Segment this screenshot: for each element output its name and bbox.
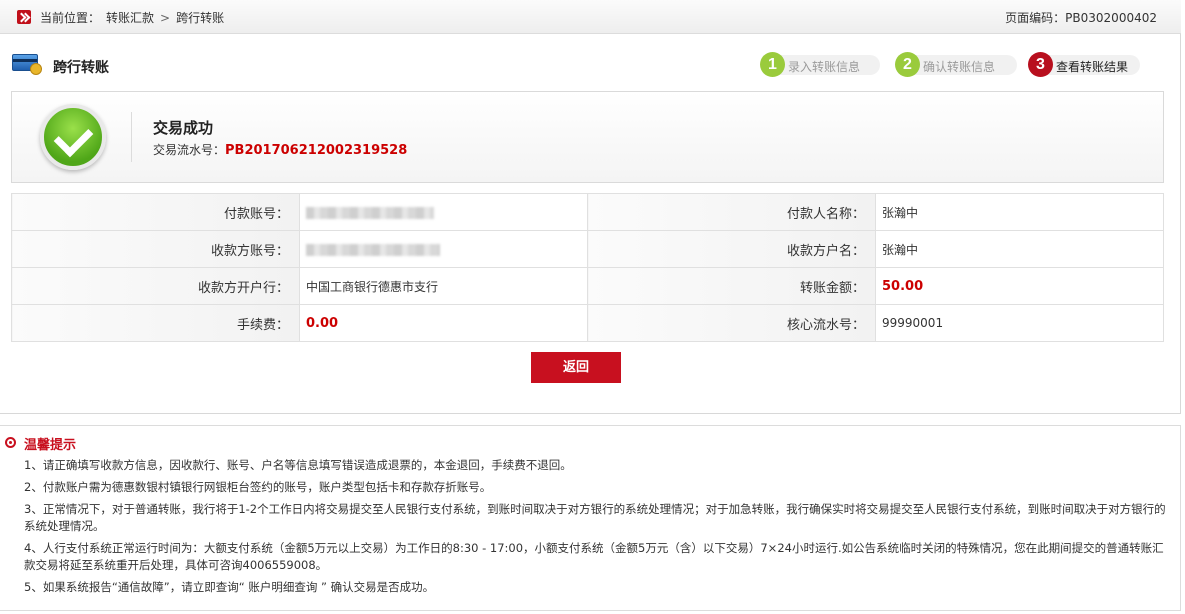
bank-card-icon [12, 54, 42, 76]
table-row: 收款方账号： 收款方户名： 张瀚中 [11, 230, 1164, 268]
back-button[interactable]: 返回 [531, 352, 621, 383]
amount-value: 50.00 [875, 267, 1164, 305]
payer-account-value [299, 193, 588, 231]
bank-logo-icon [17, 10, 31, 24]
step-3-label: 查看转账结果 [1056, 60, 1129, 74]
table-row: 收款方开户行： 中国工商银行德惠市支行 转账金额： 50.00 [11, 267, 1164, 305]
payee-account-value [299, 230, 588, 268]
amount-label: 转账金额： [587, 267, 876, 305]
page-title: 跨行转账 [53, 60, 109, 76]
fee-label: 手续费： [11, 304, 300, 342]
serial-value: PB201706212002319528 [225, 143, 408, 158]
payee-bank-value: 中国工商银行德惠市支行 [299, 267, 588, 305]
fee-value: 0.00 [299, 304, 588, 342]
tips-bullet-icon [5, 437, 16, 448]
masked-account [306, 206, 434, 219]
table-row: 付款账号： 付款人名称： 张瀚中 [11, 193, 1164, 231]
payee-bank-label: 收款方开户行： [11, 267, 300, 305]
tips-title: 温馨提示 [24, 438, 77, 453]
tip-item: 1、请正确填写收款方信息，因收款行、账号、户名等信息填写错误造成退票的，本金退回… [24, 458, 572, 472]
breadcrumb-prefix: 当前位置： [40, 11, 101, 25]
breadcrumb-transfer[interactable]: 转账汇款 [106, 11, 154, 25]
breadcrumb-separator: > [160, 11, 171, 25]
masked-account [306, 243, 440, 256]
core-serial-label: 核心流水号： [587, 304, 876, 342]
top-bar: 当前位置： 转账汇款 > 跨行转账 页面编码：PB0302000402 [0, 0, 1181, 34]
tip-item: 2、付款账户需为德惠数银村镇银行网银柜台签约的账号，账户类型包括卡和存款存折账号… [24, 480, 492, 494]
result-box: 交易成功 交易流水号：PB201706212002319528 [11, 91, 1164, 183]
payee-name-label: 收款方户名： [587, 230, 876, 268]
payer-account-label: 付款账号： [11, 193, 300, 231]
serial-label: 交易流水号： [153, 143, 226, 157]
payee-name-value: 张瀚中 [875, 230, 1164, 268]
breadcrumb-interbank: 跨行转账 [176, 11, 225, 25]
payer-name-label: 付款人名称： [587, 193, 876, 231]
main-panel: 跨行转账 1 录入转账信息 2 确认转账信息 3 查看转账结果 交易成功 交易流… [0, 34, 1181, 414]
tip-item: 4、人行支付系统正常运行时间为：大额支付系统（金额5万元以上交易）为工作日的8:… [24, 541, 1164, 572]
step-3-number: 3 [1028, 52, 1053, 77]
step-1-label: 录入转账信息 [788, 60, 861, 74]
payee-account-label: 收款方账号： [11, 230, 300, 268]
core-serial-value: 99990001 [875, 304, 1164, 342]
step-1-number: 1 [760, 52, 785, 77]
transaction-serial: 交易流水号：PB201706212002319528 [153, 141, 407, 158]
result-title: 交易成功 [153, 119, 214, 137]
page-code: 页面编码：PB0302000402 [1005, 11, 1157, 25]
step-2-number: 2 [895, 52, 920, 77]
transfer-details-table: 付款账号： 付款人名称： 张瀚中 收款方账号： 收款方户名： 张瀚中 收款方开户… [11, 193, 1164, 342]
step-2-label: 确认转账信息 [923, 60, 996, 74]
payer-name-value: 张瀚中 [875, 193, 1164, 231]
table-row: 手续费： 0.00 核心流水号： 99990001 [11, 304, 1164, 342]
breadcrumb: 当前位置： 转账汇款 > 跨行转账 [40, 9, 230, 26]
progress-steps: 1 录入转账信息 2 确认转账信息 3 查看转账结果 [760, 52, 1140, 78]
tip-item: 3、正常情况下，对于普通转账，我行将于1-2个工作日内将交易提交至人民银行支付系… [24, 502, 1166, 533]
success-check-icon [40, 104, 106, 170]
tips-list: 1、请正确填写收款方信息，因收款行、账号、户名等信息填写错误造成退票的，本金退回… [24, 457, 1169, 601]
divider [131, 112, 132, 162]
tip-item: 5、如果系统报告“通信故障”，请立即查询“ 账户明细查询 ” 确认交易是否成功。 [24, 580, 435, 594]
tips-panel: 温馨提示 1、请正确填写收款方信息，因收款行、账号、户名等信息填写错误造成退票的… [0, 425, 1181, 611]
